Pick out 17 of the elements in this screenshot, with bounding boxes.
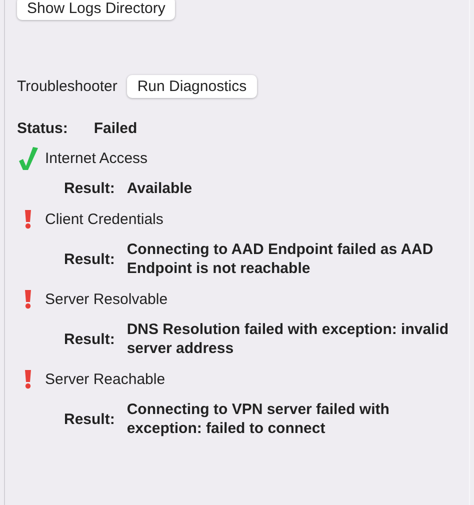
result-label: Result: xyxy=(64,330,115,348)
check-name: Internet Access xyxy=(45,150,148,166)
status-value: Failed xyxy=(94,120,138,137)
result-text: DNS Resolution failed with exception: invalid server address xyxy=(126,320,450,358)
result-label: Result: xyxy=(64,410,115,428)
check-name: Server Reachable xyxy=(45,370,166,388)
result-label: Result: xyxy=(64,250,115,268)
run-diagnostics-button[interactable]: Run Diagnostics xyxy=(127,75,257,98)
check-name: Server Resolvable xyxy=(45,290,168,308)
result-text: Available xyxy=(126,179,194,198)
status-label: Status: xyxy=(17,120,68,137)
troubleshooter-label: Troubleshooter xyxy=(17,78,118,95)
check-name: Client Credentials xyxy=(45,210,164,228)
result-text: Connecting to VPN server failed with exception: failed to connect xyxy=(126,400,390,438)
result-label: Result: xyxy=(64,180,115,197)
show-logs-button[interactable]: Show Logs Directory xyxy=(17,0,176,20)
result-text: Connecting to AAD Endpoint failed as AAD Endpoint is not reachable xyxy=(126,240,434,278)
